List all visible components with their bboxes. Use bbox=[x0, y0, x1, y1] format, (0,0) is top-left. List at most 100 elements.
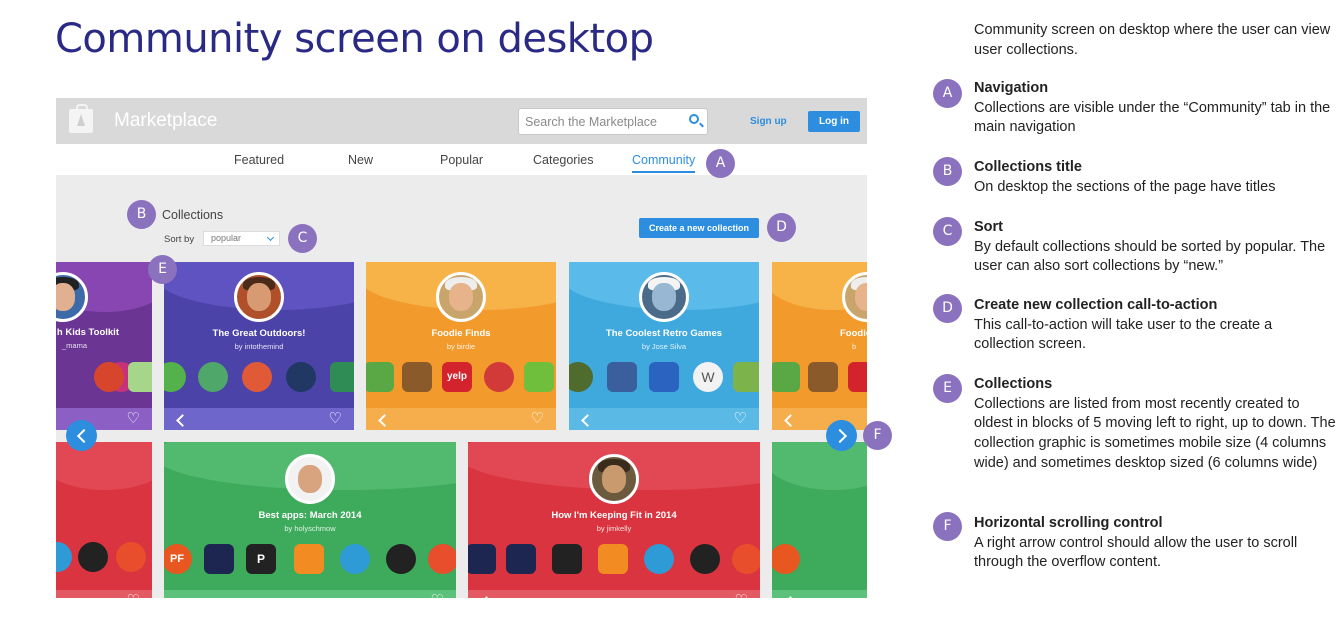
share-icon[interactable] bbox=[784, 597, 794, 598]
share-icon[interactable] bbox=[480, 597, 490, 598]
badge-a: A bbox=[706, 149, 735, 178]
page-title: Community screen on desktop bbox=[55, 16, 654, 62]
badge-c: C bbox=[288, 224, 317, 253]
marketplace-logo-icon[interactable] bbox=[69, 104, 93, 133]
create-collection-button[interactable]: Create a new collection bbox=[639, 218, 759, 238]
heart-icon[interactable]: ♡ bbox=[127, 593, 140, 598]
log-in-button[interactable]: Log in bbox=[808, 111, 860, 132]
note-body: On desktop the sections of the page have… bbox=[974, 178, 1276, 195]
note-title: Sort bbox=[974, 219, 1003, 235]
note-badge-f: F bbox=[933, 512, 962, 541]
app-icon bbox=[484, 362, 514, 392]
app-icon bbox=[386, 544, 416, 574]
note-badge-d: D bbox=[933, 294, 962, 323]
card-author: _mama bbox=[62, 341, 88, 350]
app-icon bbox=[204, 544, 234, 574]
app-icon bbox=[524, 362, 554, 392]
note-title: Navigation bbox=[974, 80, 1049, 96]
app-icon bbox=[164, 362, 186, 392]
collection-card[interactable]: Foodie b bbox=[772, 262, 867, 430]
collection-card[interactable]: The Coolest Retro Games by Jose Silva W … bbox=[569, 262, 759, 430]
card-author: by holyschmow bbox=[284, 524, 336, 533]
card-author: by intothemind bbox=[234, 342, 284, 351]
card-author: by Jose Silva bbox=[641, 342, 687, 351]
app-icon bbox=[294, 544, 324, 574]
card-title: h Kids Toolkit bbox=[56, 327, 119, 338]
sort-select[interactable]: popular bbox=[203, 231, 280, 246]
collection-card[interactable]: h Kids Toolkit _mama ♡ bbox=[56, 262, 152, 430]
card-author: by jimkelly bbox=[596, 524, 632, 533]
nav-categories[interactable]: Categories bbox=[533, 153, 593, 167]
scroll-right-arrow[interactable] bbox=[826, 420, 857, 451]
collection-card[interactable]: Foodie Finds by birdie yelp ♡ bbox=[366, 262, 556, 430]
app-icon bbox=[198, 362, 228, 392]
app-icon bbox=[607, 362, 637, 392]
app-icon bbox=[649, 362, 679, 392]
app-icon bbox=[402, 362, 432, 392]
app-icon bbox=[242, 362, 272, 392]
main-navigation: Featured New Popular Categories Communit… bbox=[56, 144, 867, 175]
sort-label: Sort by bbox=[164, 234, 195, 245]
desktop-mockup: Marketplace Sign up Log in Featured New … bbox=[56, 98, 867, 598]
app-icon bbox=[366, 362, 394, 392]
note-horizontal-scroll: Horizontal scrolling control A right arr… bbox=[974, 514, 1336, 573]
app-icon bbox=[468, 544, 496, 574]
app-icon bbox=[128, 362, 152, 392]
heart-icon[interactable]: ♡ bbox=[431, 593, 444, 598]
app-icon bbox=[772, 544, 800, 574]
note-body: By default collections should be sorted … bbox=[974, 238, 1326, 275]
heart-icon[interactable]: ♡ bbox=[734, 411, 747, 426]
app-icon bbox=[732, 544, 760, 574]
share-icon[interactable] bbox=[784, 415, 794, 425]
sign-up-link[interactable]: Sign up bbox=[750, 116, 787, 127]
badge-b: B bbox=[127, 200, 156, 229]
card-title: The Coolest Retro Games bbox=[605, 328, 723, 339]
card-author: by birdie bbox=[446, 342, 476, 351]
collection-card[interactable]: 4 ♡ bbox=[56, 442, 152, 598]
heart-icon[interactable]: ♡ bbox=[735, 593, 748, 598]
share-icon[interactable] bbox=[378, 415, 388, 425]
nav-featured[interactable]: Featured bbox=[234, 153, 284, 167]
note-badge-c: C bbox=[933, 217, 962, 246]
search-input[interactable] bbox=[525, 113, 680, 131]
collection-card[interactable]: Best apps: March 2014 by holyschmow PF P… bbox=[164, 442, 456, 598]
top-bar: Marketplace Sign up Log in bbox=[56, 98, 867, 144]
collection-card[interactable]: How I'm Keeping Fit in 2014 by jimkelly … bbox=[468, 442, 760, 598]
share-icon[interactable] bbox=[581, 415, 591, 425]
card-title: Foodie Finds bbox=[431, 328, 491, 339]
app-icon bbox=[552, 544, 582, 574]
note-badge-a: A bbox=[933, 79, 962, 108]
w-app-icon: W bbox=[693, 362, 723, 392]
app-icon bbox=[598, 544, 628, 574]
collection-card[interactable]: The Great Outdoors! by intothemind ♡ bbox=[164, 262, 354, 430]
app-icon bbox=[56, 542, 72, 572]
brand-name: Marketplace bbox=[114, 110, 218, 131]
nav-popular[interactable]: Popular bbox=[440, 153, 483, 167]
scroll-left-arrow[interactable] bbox=[66, 420, 97, 451]
app-icon bbox=[506, 544, 536, 574]
p-app-icon: P bbox=[246, 544, 276, 574]
heart-icon[interactable]: ♡ bbox=[127, 411, 140, 426]
card-title: 4 bbox=[56, 508, 152, 519]
collection-card[interactable] bbox=[772, 442, 867, 598]
app-icon bbox=[428, 544, 456, 574]
yelp-app-icon: yelp bbox=[442, 362, 472, 392]
card-title: Best apps: March 2014 bbox=[258, 510, 362, 521]
nav-new[interactable]: New bbox=[348, 153, 373, 167]
note-body: Collections are visible under the “Commu… bbox=[974, 99, 1331, 136]
search-icon[interactable] bbox=[689, 114, 699, 124]
search-box[interactable] bbox=[518, 108, 708, 135]
pf-app-icon: PF bbox=[164, 544, 192, 574]
heart-icon[interactable]: ♡ bbox=[531, 411, 544, 426]
app-icon bbox=[94, 362, 124, 392]
chevron-down-icon bbox=[266, 233, 275, 242]
app-icon bbox=[772, 362, 800, 392]
note-badge-e: E bbox=[933, 374, 962, 403]
nav-community[interactable]: Community bbox=[632, 153, 696, 173]
app-icon bbox=[78, 542, 108, 572]
note-title: Horizontal scrolling control bbox=[974, 515, 1163, 531]
heart-icon[interactable]: ♡ bbox=[329, 411, 342, 426]
app-icon bbox=[569, 362, 593, 392]
collections-title: Collections bbox=[162, 208, 224, 222]
share-icon[interactable] bbox=[176, 415, 186, 425]
